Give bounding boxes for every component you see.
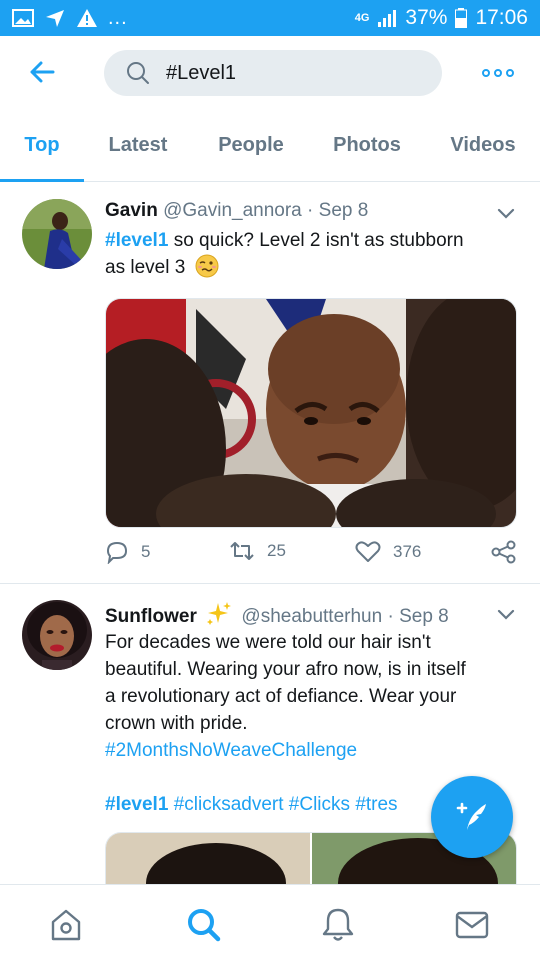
separator: · bbox=[307, 200, 314, 221]
tab-videos[interactable]: Videos bbox=[440, 108, 526, 182]
compose-tweet-button[interactable] bbox=[431, 776, 513, 858]
warning-icon bbox=[77, 9, 97, 27]
tab-people[interactable]: People bbox=[206, 108, 296, 182]
retweet-icon bbox=[230, 542, 254, 560]
heart-icon bbox=[355, 541, 381, 562]
search-icon bbox=[127, 62, 149, 84]
reply-button[interactable]: 5 bbox=[105, 540, 150, 564]
separator: · bbox=[387, 606, 394, 627]
author-handle[interactable]: @sheabutterhun bbox=[241, 606, 382, 627]
tweet-text-line: crown with pride. bbox=[105, 713, 248, 734]
author-handle[interactable]: @Gavin_annora bbox=[163, 200, 302, 221]
chevron-down-icon[interactable] bbox=[496, 207, 516, 221]
search-tabs: Top Latest People Photos Videos bbox=[0, 108, 540, 182]
avatar[interactable] bbox=[22, 600, 92, 670]
status-bar: ... 4G 37% 17:06 bbox=[0, 0, 540, 36]
more-icon-dot bbox=[494, 69, 502, 77]
hashtag-link[interactable]: #Clicks bbox=[289, 794, 350, 815]
bottom-navigation bbox=[0, 884, 540, 960]
tweet-header: Gavin @Gavin_annora · Sep 8 bbox=[105, 200, 368, 222]
search-query: #Level1 bbox=[166, 61, 237, 84]
battery-percent: 37% bbox=[405, 6, 448, 29]
image-icon bbox=[12, 9, 34, 27]
tweet-media-image[interactable] bbox=[105, 298, 517, 528]
back-arrow-icon bbox=[30, 61, 55, 83]
network-type: 4G bbox=[354, 11, 370, 24]
tweet-date[interactable]: Sep 8 bbox=[319, 200, 369, 221]
hashtag-link[interactable]: #level1 bbox=[105, 794, 168, 815]
tweet-text: #level1 so quick? Level 2 isn't as stubb… bbox=[105, 227, 515, 281]
search-header: #Level1 bbox=[0, 36, 540, 108]
author-name[interactable]: Sunflower bbox=[105, 606, 197, 627]
search-input[interactable]: #Level1 bbox=[104, 50, 442, 96]
tweet-date[interactable]: Sep 8 bbox=[399, 606, 449, 627]
like-count: 376 bbox=[393, 542, 422, 561]
nav-home[interactable] bbox=[46, 905, 86, 945]
tweet-header: Sunflower @sheabutterhun · Sep 8 bbox=[105, 601, 449, 628]
more-icon-dot bbox=[506, 69, 514, 77]
retweet-count: 25 bbox=[267, 541, 286, 560]
tweet-actions: 5 25 376 bbox=[105, 540, 517, 570]
messages-icon bbox=[455, 911, 489, 939]
send-icon bbox=[46, 10, 64, 27]
search-icon bbox=[188, 909, 221, 942]
tweet-text-line: so quick? Level 2 isn't as stubborn bbox=[173, 230, 464, 251]
clock: 17:06 bbox=[475, 6, 528, 29]
chevron-down-icon[interactable] bbox=[496, 608, 516, 622]
avatar-image bbox=[22, 199, 92, 269]
avatar-image bbox=[22, 600, 92, 670]
feather-plus-icon bbox=[456, 802, 486, 830]
author-name[interactable]: Gavin bbox=[105, 200, 158, 221]
tab-top[interactable]: Top bbox=[0, 108, 84, 182]
tweet-text-line: a revolutionary act of defiance. Wear yo… bbox=[105, 686, 457, 707]
battery-icon bbox=[455, 8, 468, 28]
tweet-text-line: For decades we were told our hair isn't bbox=[105, 632, 431, 653]
status-overflow: ... bbox=[108, 6, 128, 29]
active-tab-indicator bbox=[0, 179, 84, 182]
home-icon bbox=[51, 909, 81, 941]
more-options-button[interactable] bbox=[480, 60, 516, 86]
status-right: 4G 37% 17:06 bbox=[355, 6, 528, 30]
hashtag-link[interactable]: #tres bbox=[355, 794, 397, 815]
tab-photos[interactable]: Photos bbox=[322, 108, 412, 182]
notifications-icon bbox=[322, 908, 354, 941]
retweet-button[interactable]: 25 bbox=[229, 540, 286, 562]
like-button[interactable]: 376 bbox=[355, 540, 421, 564]
share-icon bbox=[491, 540, 516, 564]
child-photo bbox=[106, 299, 516, 527]
tweet-text-line: as level 3 bbox=[105, 257, 186, 278]
hashtag-row: #level1 #clicksadvert #Clicks #tres bbox=[105, 791, 435, 818]
woozy-face-emoji bbox=[195, 254, 219, 278]
hashtag-link[interactable]: #2MonthsNoWeaveChallenge bbox=[105, 737, 515, 764]
hashtag-link[interactable]: #clicksadvert bbox=[174, 794, 284, 815]
nav-search[interactable] bbox=[184, 905, 224, 945]
signal-icon bbox=[378, 10, 397, 27]
avatar[interactable] bbox=[22, 199, 92, 269]
hashtag-link[interactable]: #level1 bbox=[105, 230, 168, 251]
nav-messages[interactable] bbox=[452, 905, 492, 945]
tweet[interactable]: Gavin @Gavin_annora · Sep 8 #level1 so q… bbox=[0, 183, 540, 583]
nav-notifications[interactable] bbox=[318, 905, 358, 945]
tweet-text-line: beautiful. Wearing your afro now, is in … bbox=[105, 659, 466, 680]
reply-icon bbox=[106, 541, 128, 564]
reply-count: 5 bbox=[141, 542, 151, 561]
status-left: ... bbox=[12, 7, 128, 30]
more-icon bbox=[482, 69, 490, 77]
back-button[interactable] bbox=[20, 50, 64, 94]
tab-latest[interactable]: Latest bbox=[98, 108, 178, 182]
share-button[interactable] bbox=[491, 540, 517, 564]
sparkles-emoji bbox=[207, 602, 232, 625]
